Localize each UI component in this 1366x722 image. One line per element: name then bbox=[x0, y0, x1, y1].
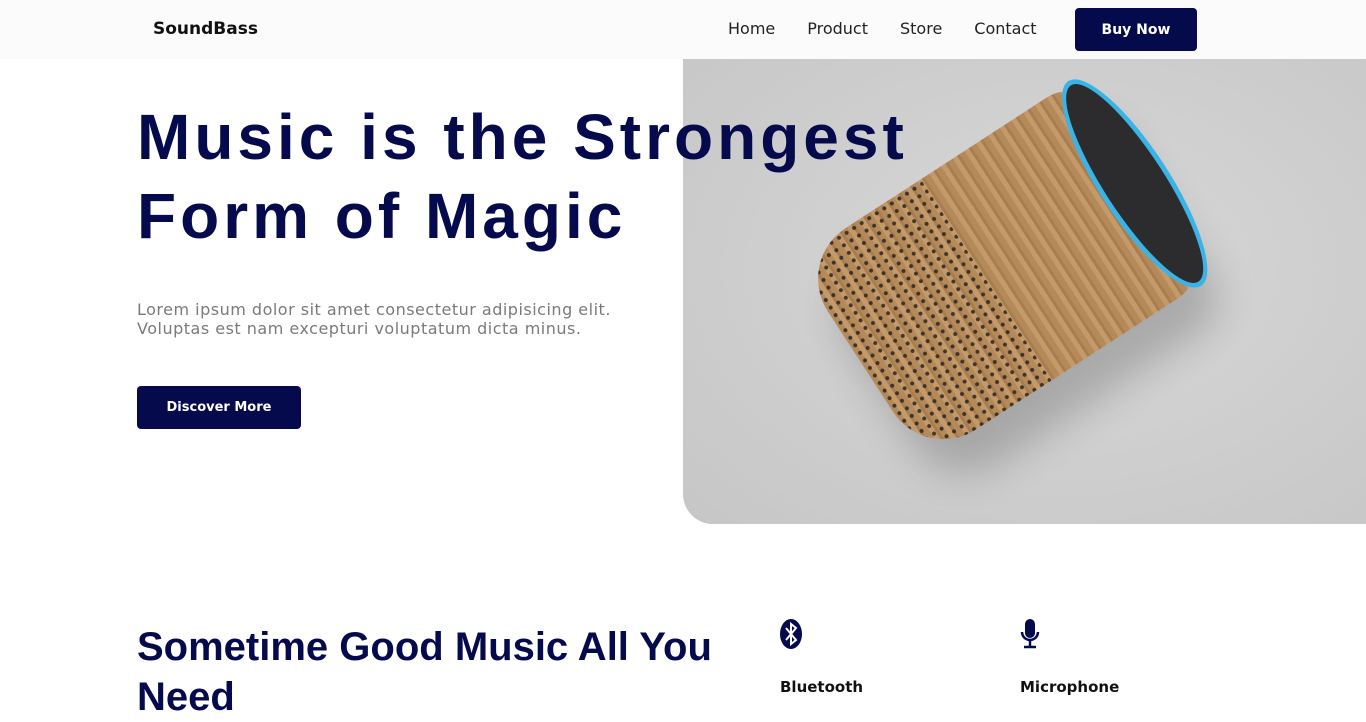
hero-title: Music is the Strongest Form of Magic bbox=[137, 98, 908, 256]
feature-label: Bluetooth bbox=[780, 678, 864, 696]
microphone-icon bbox=[1020, 619, 1040, 649]
nav-links: Home Product Store Contact bbox=[728, 19, 1037, 38]
nav-home[interactable]: Home bbox=[728, 19, 775, 38]
buy-now-button[interactable]: Buy Now bbox=[1075, 8, 1197, 51]
speaker-top bbox=[1038, 62, 1231, 305]
hero-subtitle: Lorem ipsum dolor sit amet consectetur a… bbox=[137, 300, 677, 338]
feature-bluetooth: Bluetooth bbox=[780, 618, 863, 696]
logo[interactable]: SoundBass bbox=[153, 19, 258, 39]
feature-microphone: Microphone bbox=[1020, 618, 1119, 696]
discover-more-button[interactable]: Discover More bbox=[137, 386, 301, 429]
nav-product[interactable]: Product bbox=[807, 19, 868, 38]
hero-subtitle-line1: Lorem ipsum dolor sit amet consectetur a… bbox=[137, 300, 611, 319]
hero-title-line2: Form of Magic bbox=[137, 180, 627, 252]
nav-store[interactable]: Store bbox=[900, 19, 942, 38]
nav-contact[interactable]: Contact bbox=[974, 19, 1036, 38]
hero-title-line1: Music is the Strongest bbox=[137, 101, 908, 173]
hero-subtitle-line2: Voluptas est nam excepturi voluptatum di… bbox=[137, 319, 582, 338]
section-title: Sometime Good Music All You Need bbox=[137, 625, 712, 719]
bluetooth-icon bbox=[780, 619, 802, 649]
navbar: SoundBass Home Product Store Contact Buy… bbox=[0, 0, 1366, 59]
feature-label: Microphone bbox=[1020, 678, 1120, 696]
